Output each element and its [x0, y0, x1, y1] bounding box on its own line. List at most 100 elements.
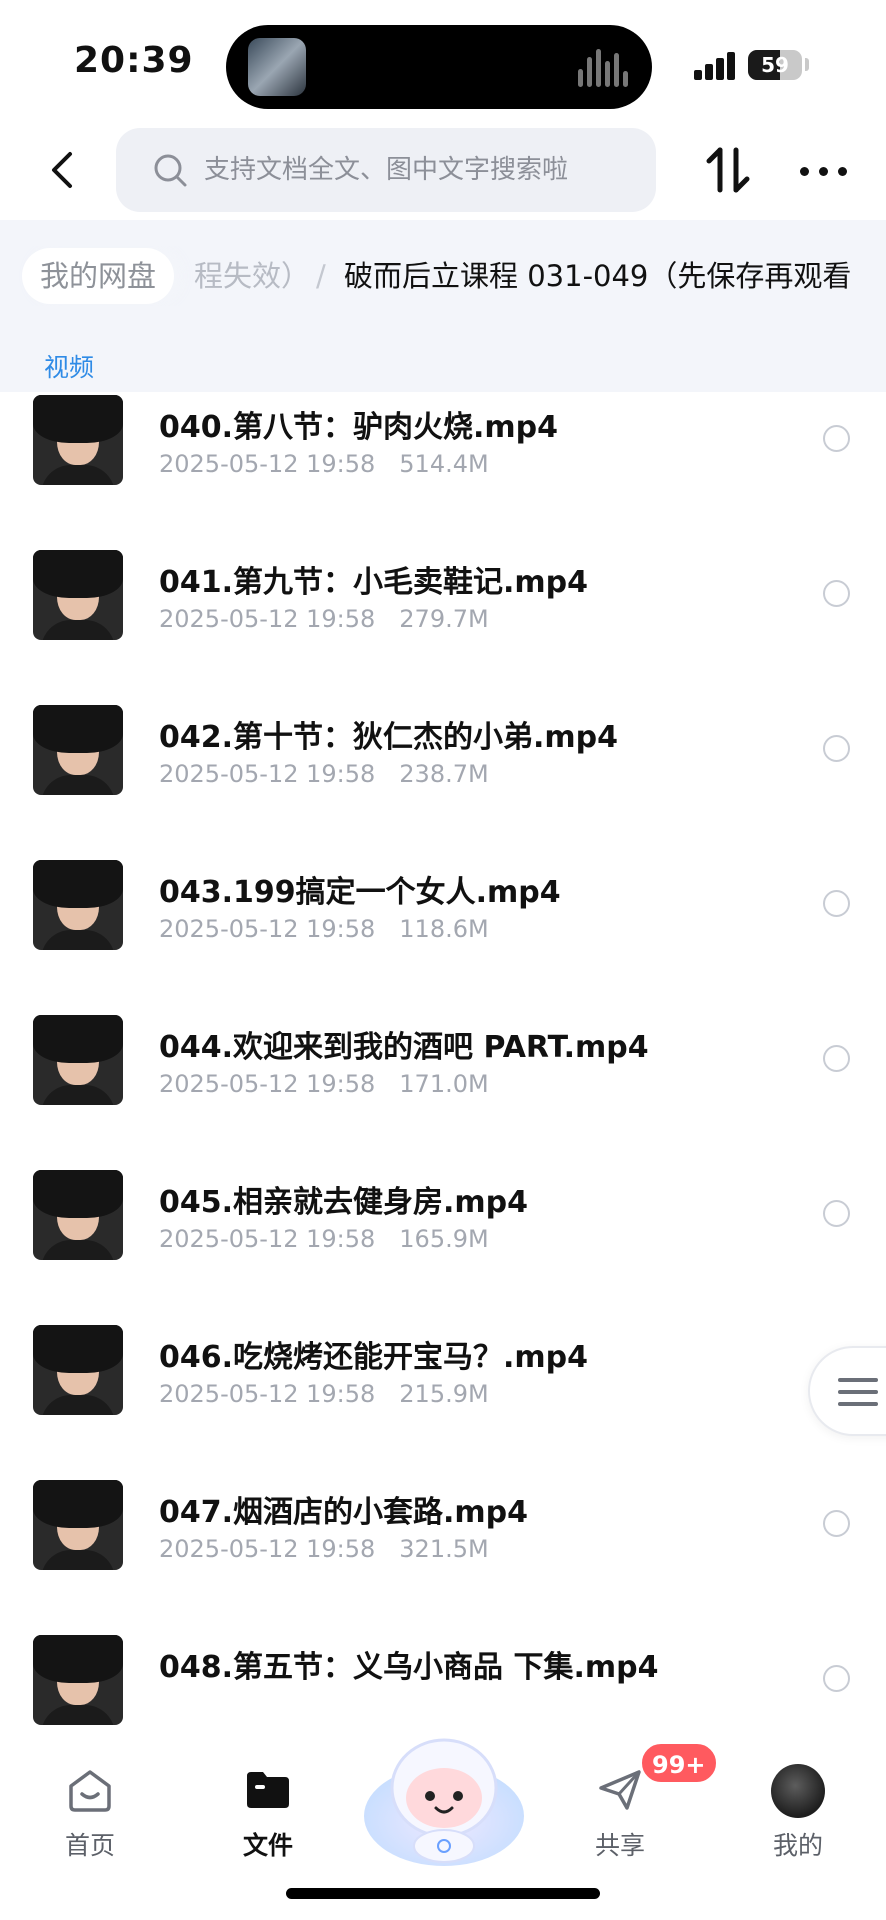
breadcrumb-previous-folder[interactable]: 程失效）: [194, 248, 310, 304]
more-dot: [819, 167, 828, 176]
back-button[interactable]: [36, 142, 92, 198]
file-row[interactable]: 043.199搞定一个女人.mp4 2025-05-12 19:58 118.6M: [0, 857, 886, 1012]
folder-icon: [247, 1772, 289, 1808]
file-name: 045.相亲就去健身房.mp4: [159, 1185, 529, 1220]
file-meta: 2025-05-12 19:58 215.9M: [159, 1380, 489, 1408]
file-size: 215.9M: [399, 1380, 489, 1408]
hamburger-line: [838, 1390, 878, 1394]
sort-button[interactable]: [700, 142, 756, 198]
video-thumbnail: [33, 1170, 123, 1260]
file-meta: 2025-05-12 19:58 279.7M: [159, 605, 489, 633]
hamburger-icon: [838, 1378, 878, 1382]
file-size: 165.9M: [399, 1225, 489, 1253]
file-size: 514.4M: [399, 450, 489, 478]
breadcrumb-separator: /: [316, 259, 326, 293]
select-radio[interactable]: [823, 580, 850, 607]
file-name: 040.第八节：驴肉火烧.mp4: [159, 410, 559, 445]
file-meta: 2025-05-12 19:58 321.5M: [159, 1535, 489, 1563]
tab-share-label: 共享: [594, 1831, 645, 1860]
tab-files[interactable]: 文件: [208, 1754, 328, 1864]
tab-home[interactable]: 首页: [30, 1754, 150, 1864]
battery-icon: 59: [748, 50, 802, 80]
file-name: 046.吃烧烤还能开宝马？.mp4: [159, 1340, 589, 1375]
breadcrumb-root[interactable]: 我的网盘: [22, 248, 175, 304]
video-thumbnail: [33, 1480, 123, 1570]
more-dot: [838, 167, 847, 176]
select-radio[interactable]: [823, 1510, 850, 1537]
file-date: 2025-05-12 19:58: [159, 1535, 376, 1563]
tab-home-label: 首页: [64, 1831, 115, 1860]
file-date: 2025-05-12 19:58: [159, 450, 376, 478]
video-thumbnail: [33, 1015, 123, 1105]
search-icon: [154, 154, 187, 187]
audio-waveform-icon: [578, 49, 630, 87]
file-row[interactable]: 045.相亲就去健身房.mp4 2025-05-12 19:58 165.9M: [0, 1167, 886, 1322]
file-row[interactable]: 046.吃烧烤还能开宝马？.mp4 2025-05-12 19:58 215.9M: [0, 1322, 886, 1477]
file-date: 2025-05-12 19:58: [159, 760, 376, 788]
file-name: 041.第九节：小毛卖鞋记.mp4: [159, 565, 589, 600]
breadcrumb: 程失效） / 破而后立课程 031-049（先保存再观看 我的网盘: [0, 246, 886, 306]
file-name: 047.烟酒店的小套路.mp4: [159, 1495, 529, 1530]
file-name: 044.欢迎来到我的酒吧 PART.mp4: [159, 1030, 649, 1065]
file-date: 2025-05-12 19:58: [159, 1225, 376, 1253]
file-meta: 2025-05-12 19:58 171.0M: [159, 1070, 489, 1098]
more-button[interactable]: [794, 142, 854, 198]
search-input[interactable]: 支持文档全文、图中文字搜索啦: [116, 128, 656, 212]
file-date: 2025-05-12 19:58: [159, 1070, 376, 1098]
file-row[interactable]: 040.第八节：驴肉火烧.mp4 2025-05-12 19:58 514.4M: [0, 392, 886, 547]
file-meta: 2025-05-12 19:58 165.9M: [159, 1225, 489, 1253]
video-thumbnail: [33, 1635, 123, 1725]
sort-arrows-icon: [706, 147, 750, 193]
file-size: 279.7M: [399, 605, 489, 633]
tab-profile-label: 我的: [772, 1831, 823, 1860]
status-time: 20:39: [74, 40, 194, 81]
video-thumbnail: [33, 860, 123, 950]
file-row[interactable]: 047.烟酒店的小套路.mp4 2025-05-12 19:58 321.5M: [0, 1477, 886, 1632]
select-radio[interactable]: [823, 1200, 850, 1227]
select-radio[interactable]: [823, 1045, 850, 1072]
battery-tip: [805, 58, 809, 71]
battery-percent: 59: [761, 53, 789, 77]
file-list[interactable]: 040.第八节：驴肉火烧.mp4 2025-05-12 19:58 514.4M 04…: [0, 392, 886, 1732]
file-size: 321.5M: [399, 1535, 489, 1563]
select-radio[interactable]: [823, 425, 850, 452]
file-row[interactable]: 048.第五节：义乌小商品 下集.mp4: [0, 1632, 886, 1732]
home-icon: [69, 1770, 111, 1812]
file-meta: 2025-05-12 19:58 238.7M: [159, 760, 489, 788]
file-name: 043.199搞定一个女人.mp4: [159, 875, 561, 910]
section-label-video: 视频: [44, 353, 95, 382]
file-row[interactable]: 044.欢迎来到我的酒吧 PART.mp4 2025-05-12 19:58 171…: [0, 1012, 886, 1167]
chevron-left-icon: [52, 152, 72, 188]
status-bar: 20:39 59: [0, 0, 886, 120]
more-dots-icon: [800, 167, 809, 176]
tab-files-label: 文件: [242, 1831, 293, 1860]
select-radio[interactable]: [823, 890, 850, 917]
file-date: 2025-05-12 19:58: [159, 605, 376, 633]
hamburger-line: [838, 1402, 878, 1406]
breadcrumb-area: 程失效） / 破而后立课程 031-049（先保存再观看 我的网盘 视频: [0, 220, 886, 392]
select-radio[interactable]: [823, 735, 850, 762]
top-nav: 支持文档全文、图中文字搜索啦: [0, 120, 886, 220]
video-thumbnail: [33, 550, 123, 640]
video-thumbnail: [33, 705, 123, 795]
tab-profile[interactable]: 我的: [738, 1754, 858, 1864]
now-playing-artwork: [248, 38, 306, 96]
file-size: 171.0M: [399, 1070, 489, 1098]
search-placeholder: 支持文档全文、图中文字搜索啦: [204, 155, 569, 185]
file-meta: 2025-05-12 19:58 514.4M: [159, 450, 489, 478]
file-row[interactable]: 041.第九节：小毛卖鞋记.mp4 2025-05-12 19:58 279.7M: [0, 547, 886, 702]
home-indicator: [286, 1888, 600, 1899]
file-date: 2025-05-12 19:58: [159, 915, 376, 943]
assistant-mascot-button[interactable]: [362, 1728, 526, 1868]
avatar: [771, 1764, 825, 1818]
file-meta: 2025-05-12 19:58 118.6M: [159, 915, 489, 943]
file-name: 042.第十节：狄仁杰的小弟.mp4: [159, 720, 619, 755]
file-size: 118.6M: [399, 915, 489, 943]
file-date: 2025-05-12 19:58: [159, 1380, 376, 1408]
file-meta: [159, 1690, 183, 1718]
dynamic-island[interactable]: [226, 25, 652, 109]
notification-badge: 99+: [640, 1742, 718, 1784]
select-radio[interactable]: [823, 1665, 850, 1692]
video-thumbnail: [33, 1325, 123, 1415]
file-row[interactable]: 042.第十节：狄仁杰的小弟.mp4 2025-05-12 19:58 238.7M: [0, 702, 886, 857]
